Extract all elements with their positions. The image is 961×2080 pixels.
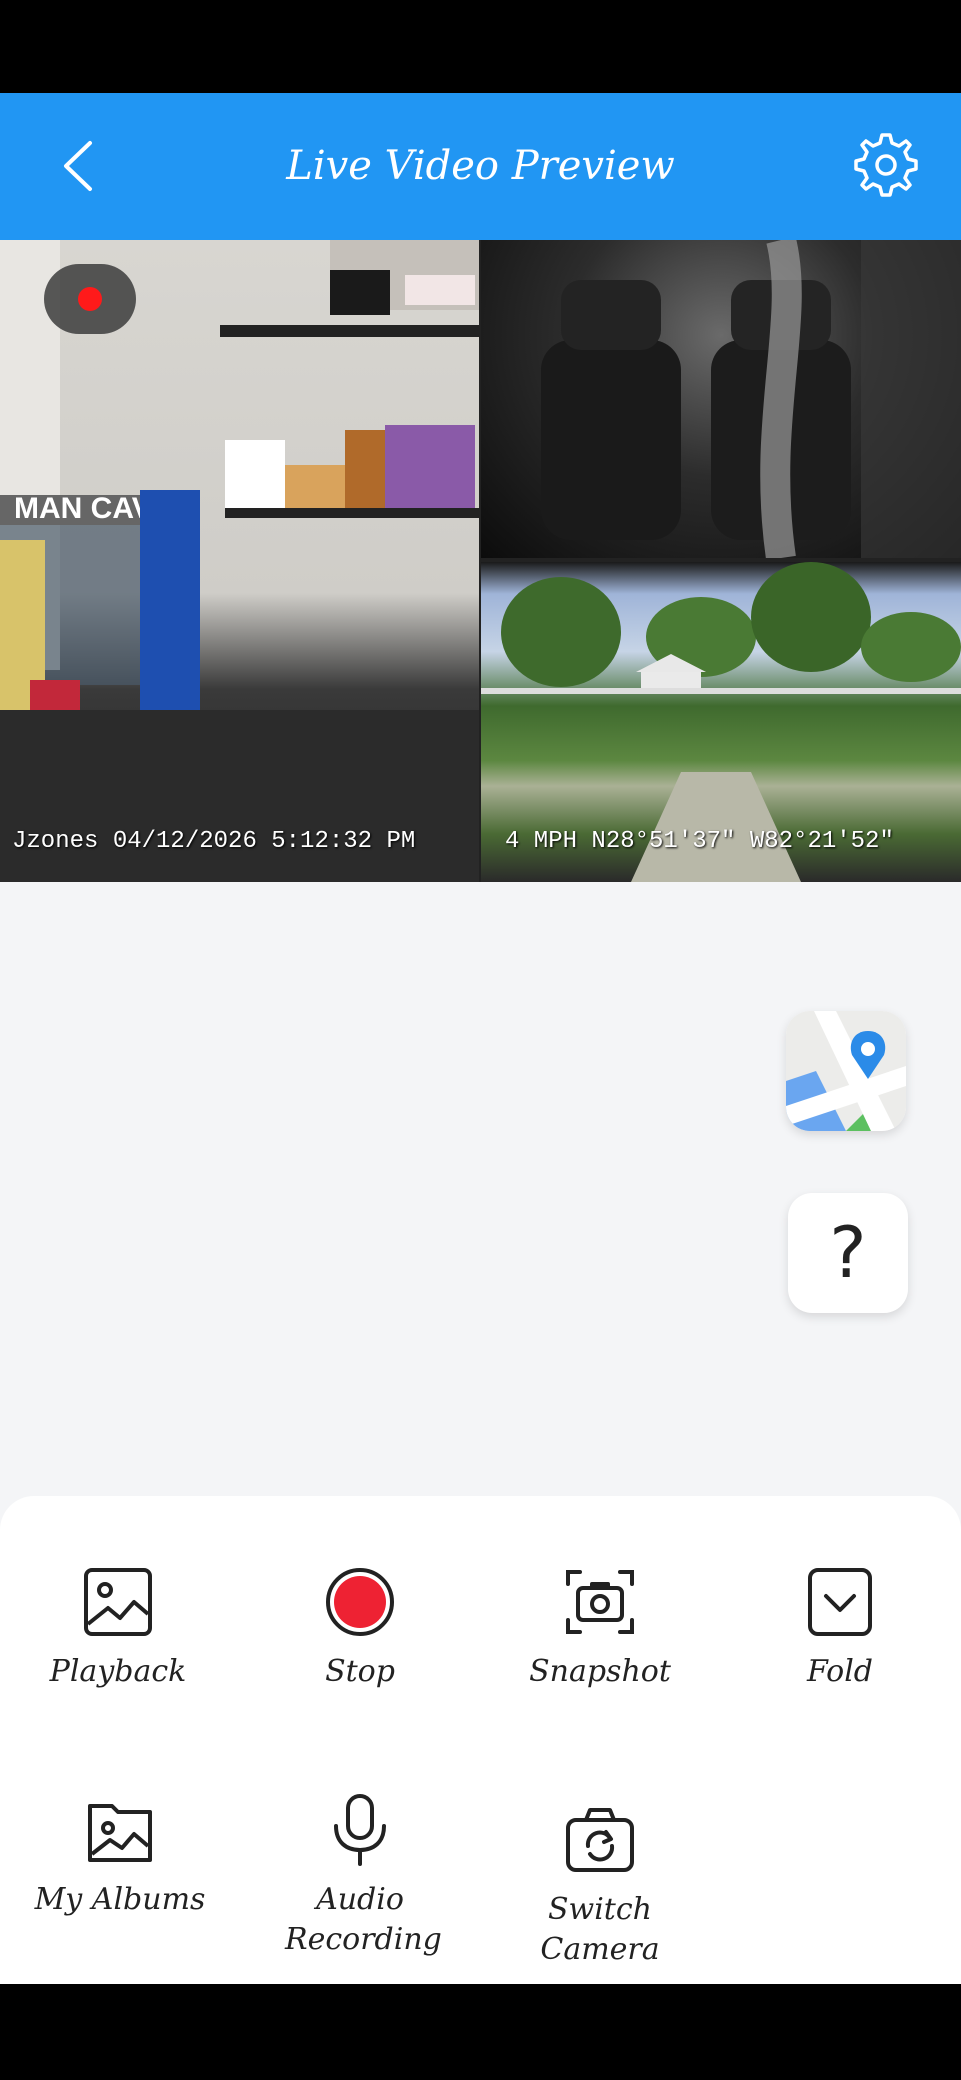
chevron-down-icon <box>808 1568 872 1636</box>
gear-icon[interactable] <box>848 129 920 201</box>
help-icon: ? <box>829 1212 867 1294</box>
stop-label: Stop <box>325 1654 395 1689</box>
system-nav-bar <box>0 1984 961 2080</box>
action-panel: Playback Stop Snapshot Fold My Albums Au… <box>0 1496 961 1984</box>
audio-recording-label: Audio Recording <box>285 1882 442 1957</box>
camera-timestamp: Jzones 04/12/2026 5:12:32 PM <box>12 828 416 855</box>
map-button[interactable] <box>786 1011 906 1131</box>
switch-camera-label: Switch Camera <box>540 1892 660 1967</box>
garage-camera-view: MAN CAVE <box>0 240 479 882</box>
camera-icon <box>566 1570 634 1634</box>
help-button[interactable]: ? <box>788 1193 908 1313</box>
stop-button[interactable]: Stop <box>260 1564 460 1692</box>
switch-camera-button[interactable]: Switch Camera <box>490 1802 710 1970</box>
fold-label: Fold <box>806 1654 874 1689</box>
live-video-view[interactable]: MAN CAVE Jzones 04/12/2026 5:12:32 PM 4 … <box>0 240 961 882</box>
playback-button[interactable]: Playback <box>18 1564 218 1692</box>
recording-dot <box>78 287 102 311</box>
switch-camera-icon <box>566 1808 634 1872</box>
my-albums-button[interactable]: My Albums <box>20 1792 220 1920</box>
garage-scene: MAN CAVE <box>0 240 479 882</box>
page-title: Live Video Preview <box>286 143 675 189</box>
recording-indicator <box>44 264 136 334</box>
image-icon <box>84 1568 152 1636</box>
my-albums-label: My Albums <box>34 1882 206 1917</box>
map-icon <box>786 1011 906 1131</box>
snapshot-button[interactable]: Snapshot <box>500 1564 700 1692</box>
status-bar <box>0 0 961 93</box>
cabin-scene <box>541 240 961 558</box>
speed-gps-readout: 4 MPH N28°51'37" W82°21'52" <box>505 828 894 855</box>
record-stop-icon <box>326 1568 394 1636</box>
snapshot-label: Snapshot <box>529 1654 671 1689</box>
fold-button[interactable]: Fold <box>740 1564 940 1692</box>
album-icon <box>88 1804 152 1862</box>
playback-label: Playback <box>49 1654 187 1689</box>
app-header: Live Video Preview <box>0 93 961 240</box>
audio-recording-button[interactable]: Audio Recording <box>260 1792 460 1960</box>
cabin-camera-view <box>481 240 961 558</box>
microphone-icon <box>334 1794 386 1866</box>
